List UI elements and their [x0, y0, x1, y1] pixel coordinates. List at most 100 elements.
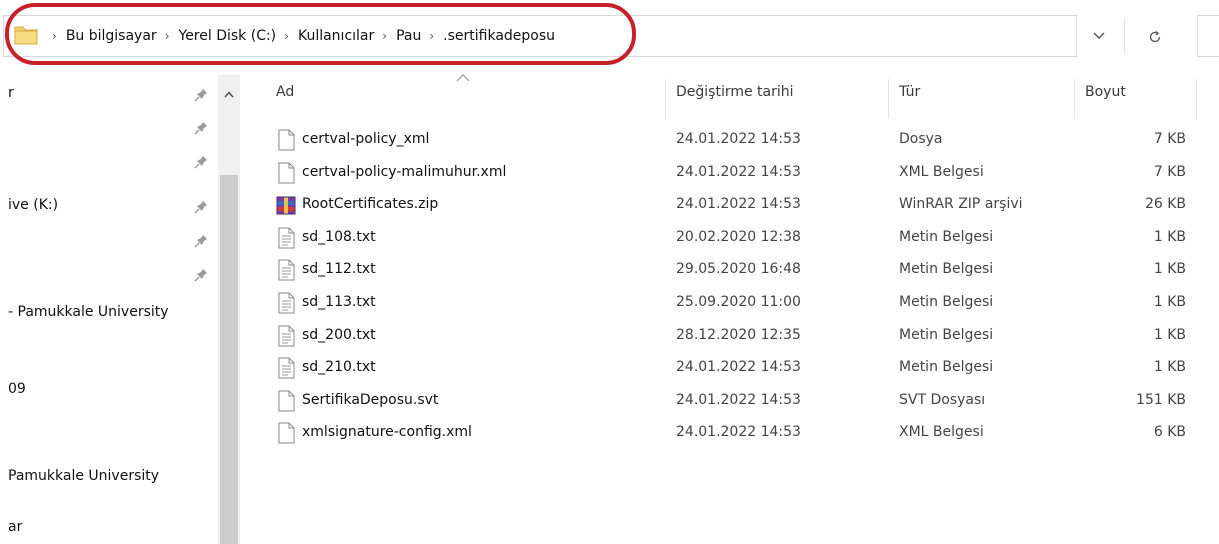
text-file-icon: [278, 325, 295, 347]
file-name[interactable]: SertifikaDeposu.svt: [302, 392, 438, 408]
text-file-icon: [278, 259, 295, 281]
chevron-up-icon: [224, 90, 234, 97]
column-header-date[interactable]: Değiştirme tarihi: [676, 84, 794, 100]
breadcrumb-item[interactable]: Yerel Disk (C:): [179, 28, 277, 44]
column-divider[interactable]: [1196, 79, 1197, 119]
text-file-icon: [278, 227, 295, 249]
file-date: 24.01.2022 14:53: [676, 424, 801, 441]
column-divider[interactable]: [665, 79, 666, 119]
breadcrumb-item[interactable]: Pau: [396, 28, 421, 44]
search-input[interactable]: [1197, 15, 1219, 57]
blank-file-icon: [278, 129, 295, 151]
nav-item-label[interactable]: - Pamukkale University: [8, 304, 169, 320]
text-file-icon: [278, 292, 295, 314]
nav-item-label[interactable]: Pamukkale University: [8, 468, 159, 484]
file-type: Metin Belgesi: [899, 228, 994, 245]
pin-icon[interactable]: [193, 199, 209, 215]
file-date: 24.01.2022 14:53: [676, 163, 801, 180]
pin-icon[interactable]: [193, 120, 209, 136]
column-header-type[interactable]: Tür: [899, 84, 920, 100]
file-name[interactable]: certval-policy-malimuhur.xml: [302, 164, 506, 180]
blank-file-icon: [278, 422, 295, 444]
divider: [1124, 18, 1125, 54]
navigation-pane: r ive (K:) - Pamukkale University 09 Pamukka…: [0, 75, 240, 544]
column-divider[interactable]: [1074, 79, 1075, 119]
column-header-size[interactable]: Boyut: [1085, 84, 1126, 100]
breadcrumb-item[interactable]: Bu bilgisayar: [66, 28, 157, 44]
file-size: 1 KB: [1153, 294, 1186, 310]
file-type: XML Belgesi: [899, 424, 984, 441]
scroll-thumb[interactable]: [220, 175, 238, 544]
column-divider[interactable]: [888, 79, 889, 119]
file-row[interactable]: sd_112.txt 29.05.2020 16:48 Metin Belgesi 1…: [240, 254, 1219, 287]
scroll-up-button[interactable]: [218, 83, 240, 105]
nav-item-label[interactable]: ar: [8, 519, 22, 535]
breadcrumb-item[interactable]: .sertifikadeposu: [443, 28, 555, 44]
file-type: Metin Belgesi: [899, 359, 994, 376]
file-type: Metin Belgesi: [899, 294, 994, 310]
breadcrumb-item[interactable]: Kullanıcılar: [298, 28, 374, 44]
nav-item-label[interactable]: ive (K:): [8, 197, 58, 213]
file-size: 1 KB: [1153, 228, 1186, 245]
blank-file-icon: [278, 162, 295, 184]
file-date: 20.02.2020 12:38: [676, 228, 801, 245]
file-row[interactable]: certval-policy_xml 24.01.2022 14:53 Dosya 7…: [240, 124, 1219, 157]
file-type: SVT Dosyası: [899, 391, 986, 408]
file-row[interactable]: RootCertificates.zip 24.01.2022 14:53 WinR…: [240, 189, 1219, 222]
nav-scrollbar[interactable]: [218, 75, 240, 544]
breadcrumb-separator-icon[interactable]: ›: [165, 29, 170, 43]
pin-icon[interactable]: [193, 267, 209, 283]
pin-icon[interactable]: [193, 154, 209, 170]
breadcrumb-separator-icon[interactable]: ›: [429, 29, 434, 43]
file-row[interactable]: certval-policy-malimuhur.xml 24.01.2022 1…: [240, 157, 1219, 190]
file-date: 24.01.2022 14:53: [676, 196, 801, 213]
file-type: WinRAR ZIP arşivi: [899, 196, 1023, 213]
file-list: Ad Değiştirme tarihi Tür Boyut certval-p…: [240, 74, 1219, 544]
file-size: 1 KB: [1153, 261, 1186, 278]
file-type: XML Belgesi: [899, 163, 984, 180]
file-date: 28.12.2020 12:35: [676, 326, 801, 343]
file-size: 7 KB: [1153, 131, 1186, 147]
file-row[interactable]: sd_108.txt 20.02.2020 12:38 Metin Belgesi 1…: [240, 222, 1219, 255]
refresh-icon: [1149, 31, 1161, 43]
refresh-button[interactable]: [1136, 18, 1174, 56]
file-name[interactable]: sd_210.txt: [302, 359, 376, 375]
file-date: 25.09.2020 11:00: [676, 294, 801, 310]
breadcrumb-separator-icon[interactable]: ›: [382, 29, 387, 43]
address-bar-row: › Bu bilgisayar › Yerel Disk (C:) › Kullanıcı…: [0, 0, 1219, 75]
file-row[interactable]: sd_210.txt 24.01.2022 14:53 Metin Belgesi 1…: [240, 352, 1219, 385]
chevron-down-icon: [1093, 32, 1105, 39]
file-date: 24.01.2022 14:53: [676, 391, 801, 408]
pin-icon[interactable]: [193, 87, 209, 103]
file-size: 26 KB: [1144, 196, 1186, 213]
file-name[interactable]: RootCertificates.zip: [302, 196, 438, 212]
file-type: Metin Belgesi: [899, 261, 994, 278]
folder-icon: [14, 26, 38, 45]
file-size: 7 KB: [1153, 163, 1186, 180]
file-row[interactable]: xmlsignature-config.xml 24.01.2022 14:53 X…: [240, 417, 1219, 450]
file-name[interactable]: sd_108.txt: [302, 229, 376, 245]
file-name[interactable]: sd_112.txt: [302, 261, 376, 277]
breadcrumb-separator-icon[interactable]: ›: [52, 29, 57, 43]
column-header-name[interactable]: Ad: [276, 84, 294, 100]
file-type: Metin Belgesi: [899, 326, 994, 343]
breadcrumb-separator-icon[interactable]: ›: [284, 29, 289, 43]
file-name[interactable]: sd_200.txt: [302, 327, 376, 343]
winrar-archive-icon: [276, 196, 296, 215]
file-size: 151 KB: [1136, 391, 1186, 408]
nav-item-label[interactable]: r: [8, 85, 14, 101]
file-type: Dosya: [899, 131, 943, 147]
file-row[interactable]: sd_200.txt 28.12.2020 12:35 Metin Belgesi 1…: [240, 320, 1219, 353]
file-size: 1 KB: [1153, 326, 1186, 343]
file-name[interactable]: sd_113.txt: [302, 294, 376, 310]
file-date: 24.01.2022 14:53: [676, 359, 801, 376]
file-row[interactable]: sd_113.txt 25.09.2020 11:00 Metin Belgesi 1…: [240, 287, 1219, 320]
file-row[interactable]: SertifikaDeposu.svt 24.01.2022 14:53 SVT D…: [240, 385, 1219, 418]
nav-item-label[interactable]: 09: [8, 381, 26, 397]
file-name[interactable]: certval-policy_xml: [302, 131, 429, 147]
sort-ascending-icon: [456, 74, 470, 82]
address-history-dropdown[interactable]: [1086, 22, 1112, 50]
file-date: 24.01.2022 14:53: [676, 131, 801, 147]
pin-icon[interactable]: [193, 233, 209, 249]
file-name[interactable]: xmlsignature-config.xml: [302, 424, 472, 440]
